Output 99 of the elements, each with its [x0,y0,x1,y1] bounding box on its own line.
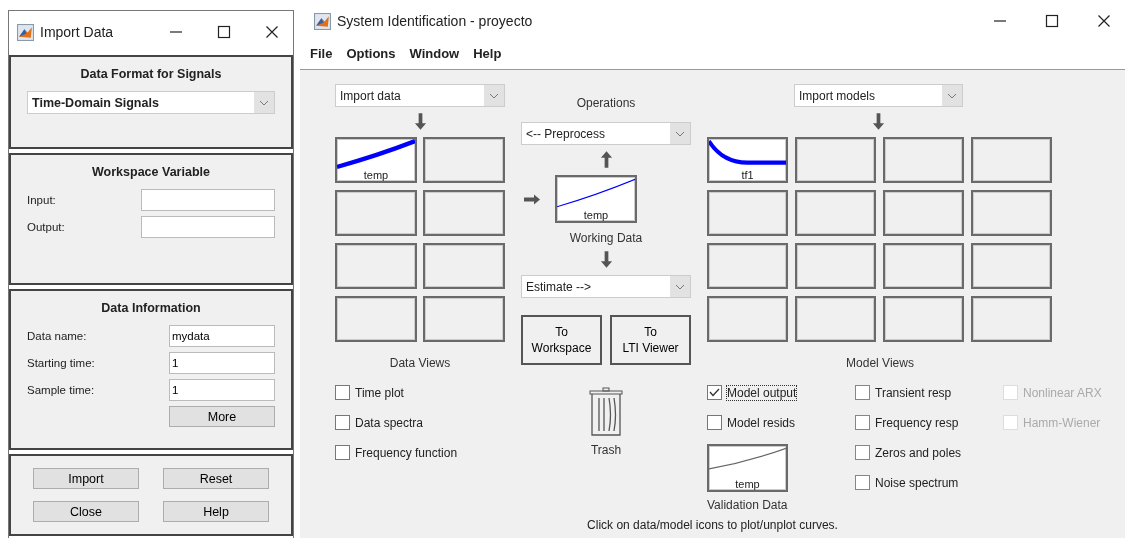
checkbox-label[interactable]: Data spectra [355,415,424,430]
checkbox[interactable] [855,385,870,400]
format-dropdown[interactable]: Time-Domain Signals [27,91,275,114]
maximize-icon[interactable] [1045,14,1059,28]
empty-slot[interactable] [335,243,417,289]
data-slot[interactable]: tf1 [707,137,788,183]
input-field[interactable] [141,216,275,239]
arrow-down-icon [599,250,613,269]
section-heading: Workspace Variable [91,165,211,180]
logo-icon [314,12,331,30]
close-icon[interactable] [265,25,279,39]
checkbox[interactable] [335,415,350,430]
empty-slot[interactable] [335,190,417,236]
checkbox-label[interactable]: Model resids [727,415,796,430]
field-label: Input: [27,194,57,207]
window-title: Import Data [40,24,115,40]
more-button[interactable]: More [169,406,275,427]
hint-text: Click on data/model icons to plot/unplot curves. [586,518,839,532]
empty-slot[interactable] [795,190,876,236]
checkbox-label[interactable]: Time plot [355,385,404,400]
field-label: Output: [27,221,66,234]
menu-item[interactable]: Help [473,46,502,61]
section-label: Validation Data [707,498,789,512]
logo-icon [17,23,34,41]
checkbox[interactable] [855,415,870,430]
empty-slot[interactable] [423,190,505,236]
data-slot[interactable]: temp [335,137,417,183]
empty-slot[interactable] [423,243,505,289]
empty-slot[interactable] [883,243,964,289]
checkbox[interactable] [707,385,722,400]
section-heading: Data Format for Signals [79,67,223,81]
empty-slot[interactable] [707,190,788,236]
checkbox-label[interactable]: Frequency resp [875,415,959,430]
dialog-button[interactable]: Reset [163,468,269,489]
empty-slot[interactable] [707,296,788,342]
empty-slot[interactable] [971,296,1052,342]
field-label: Starting time: [27,357,96,369]
section-label: Model Views [845,356,915,370]
chevron-down-icon [489,92,499,99]
empty-slot[interactable] [707,243,788,289]
empty-slot[interactable] [795,243,876,289]
chevron-down-icon [675,283,685,290]
checkbox-label[interactable]: Transient resp [875,385,952,400]
empty-slot[interactable] [883,296,964,342]
empty-slot[interactable] [883,137,964,183]
menu-item[interactable]: Options [346,46,396,61]
window-title: System Identification - proyecto [337,13,534,29]
field-label: Sample time: [27,384,96,396]
chevron-down-icon [947,92,957,99]
empty-slot[interactable] [423,296,505,342]
trash-label: Trash [589,443,623,457]
arrow-right-icon [523,193,541,205]
arrow-down-icon [413,112,427,131]
preprocess-dropdown[interactable]: <-- Preprocess [521,122,691,145]
checkbox[interactable] [855,445,870,460]
checkbox[interactable] [707,415,722,430]
empty-slot[interactable] [971,137,1052,183]
checkbox-label[interactable]: Model output [727,385,797,400]
section-label: Working Data [568,231,644,245]
input-field[interactable]: 1 [169,352,275,374]
empty-slot[interactable] [971,243,1052,289]
trash-icon[interactable] [589,387,623,437]
empty-slot[interactable] [423,137,505,183]
arrow-down-icon [872,112,885,131]
input-field[interactable]: 1 [169,379,275,401]
empty-slot[interactable] [971,190,1052,236]
empty-slot[interactable] [795,296,876,342]
section-heading: Data Information [100,301,202,315]
checkbox[interactable] [855,475,870,490]
estimate-dropdown[interactable]: Estimate --> [521,275,691,298]
chevron-down-icon [259,99,269,106]
working-data-slot[interactable]: temp [555,175,637,223]
section-label: Data Views [388,356,452,370]
menu-item[interactable]: File [310,46,333,61]
arrow-up-icon [599,150,613,169]
checkbox-label[interactable]: Zeros and poles [875,445,962,460]
import-models-dropdown[interactable]: Import models [794,84,963,107]
checkbox-label[interactable]: Noise spectrum [875,475,959,490]
dialog-button[interactable]: Help [163,501,269,522]
empty-slot[interactable] [335,296,417,342]
checkbox[interactable] [335,385,350,400]
input-field[interactable] [141,189,275,212]
export-button[interactable]: To Workspace [521,315,602,365]
section-label: Operations [575,96,637,110]
chevron-down-icon [675,130,685,137]
close-icon[interactable] [1097,14,1111,28]
export-button[interactable]: To LTI Viewer [610,315,691,365]
maximize-icon[interactable] [217,25,231,39]
input-field[interactable]: mydata [169,325,275,347]
validation-data-slot[interactable]: temp [707,444,788,492]
empty-slot[interactable] [795,137,876,183]
checkbox[interactable] [335,445,350,460]
checkbox-label[interactable]: Frequency function [355,445,458,460]
dialog-button[interactable]: Import [33,468,139,489]
dialog-button[interactable]: Close [33,501,139,522]
empty-slot[interactable] [883,190,964,236]
field-label: Data name: [27,330,88,342]
menu-item[interactable]: Window [409,46,460,61]
import-data-dropdown[interactable]: Import data [335,84,505,107]
